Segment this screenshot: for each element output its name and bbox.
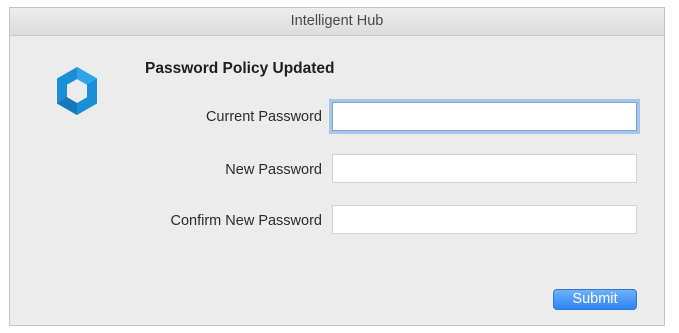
intelligent-hub-logo-icon (57, 67, 97, 115)
dialog-heading: Password Policy Updated (145, 60, 335, 77)
current-password-label: Current Password (205, 109, 322, 125)
title-bar: Intelligent Hub (10, 8, 664, 36)
current-password-input[interactable] (332, 102, 637, 131)
confirm-new-password-input[interactable] (332, 205, 637, 234)
dialog-window: Intelligent Hub Password Policy Updated … (9, 7, 665, 326)
window-title: Intelligent Hub (290, 13, 384, 29)
submit-button[interactable]: Submit (553, 289, 637, 310)
confirm-new-password-label: Confirm New Password (170, 213, 323, 229)
new-password-input[interactable] (332, 154, 637, 183)
new-password-label: New Password (225, 162, 322, 178)
